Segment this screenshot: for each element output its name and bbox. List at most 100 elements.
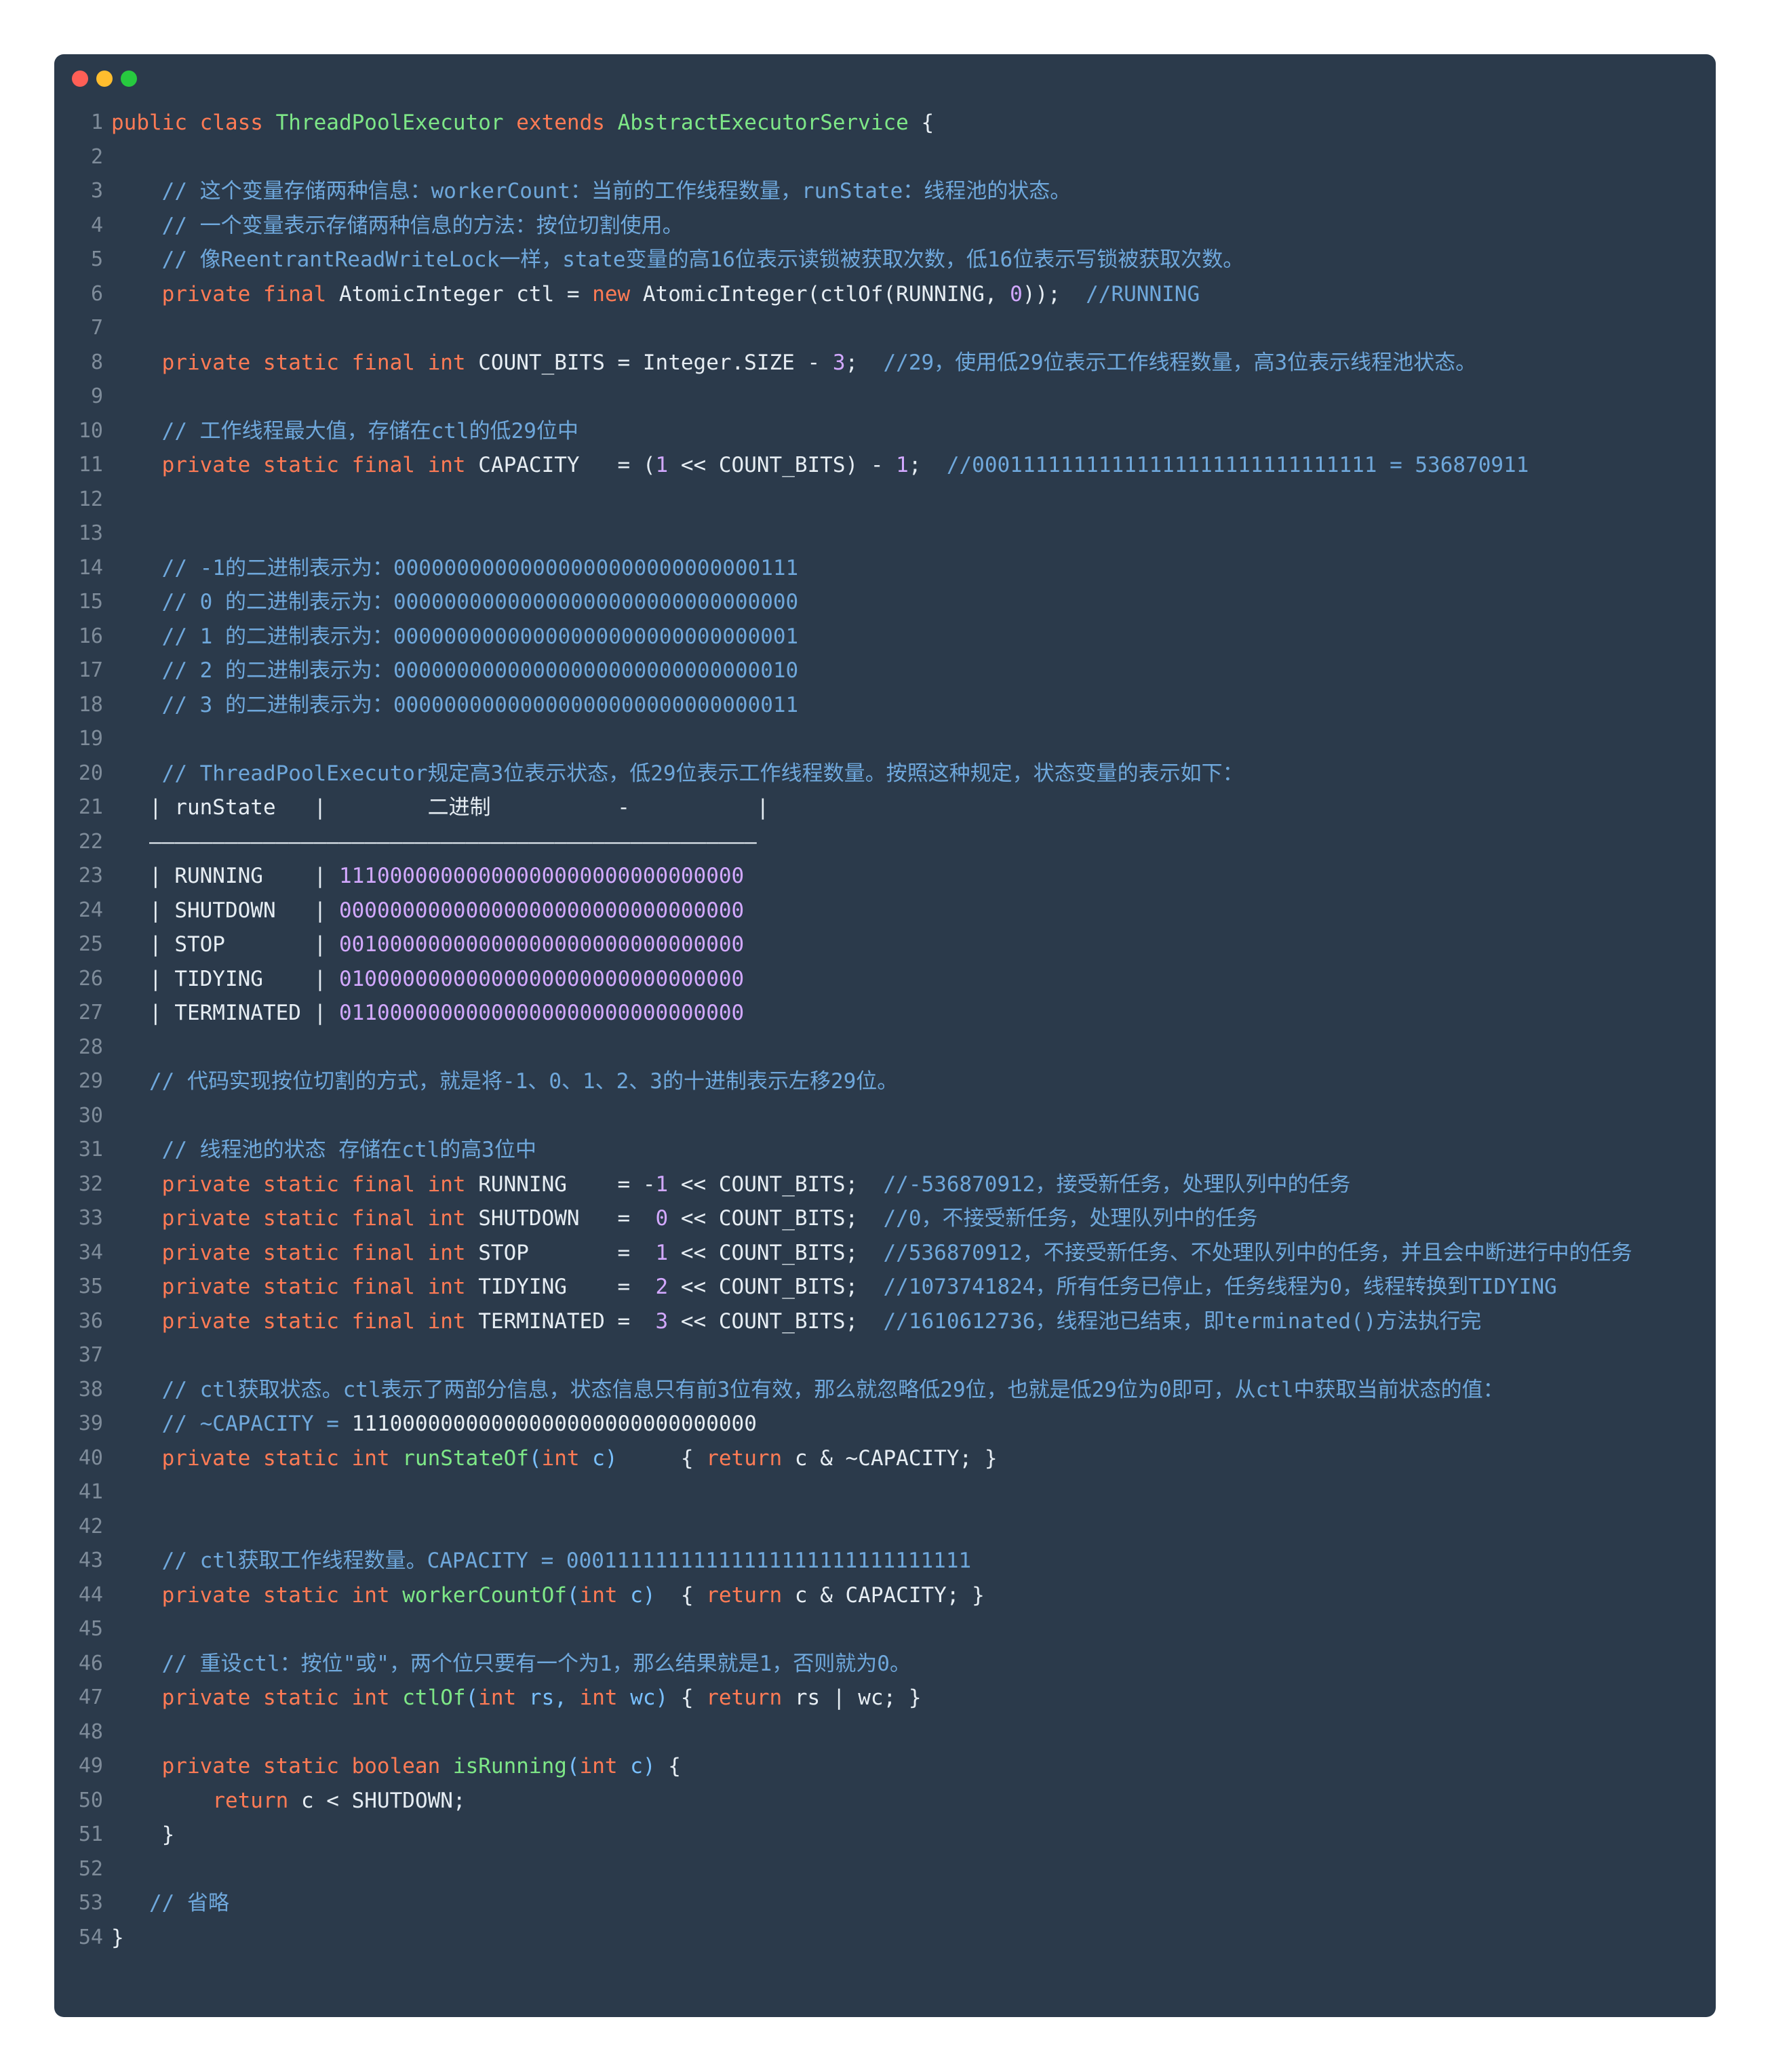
code-token: private static final int [161,1172,479,1197]
code-token: ( [528,1446,542,1471]
line-text: // -1的二进制表示为：000000000000000000000000000… [111,551,1716,586]
line-number: 38 [78,1377,103,1401]
line-text: private static final int RUNNING = -1 <<… [111,1168,1716,1202]
line-number: 4 [90,213,103,237]
line-text: } [111,1818,1716,1852]
line-number: 23 [78,864,103,888]
line-number: 13 [78,521,103,545]
line-number: 53 [78,1891,103,1915]
minimize-dot-icon[interactable] [96,71,113,87]
line-text: private static int workerCountOf(int c) … [111,1578,1716,1613]
code-line: 3 // 这个变量存储两种信息：workerCount：当前的工作线程数量，ru… [54,174,1716,209]
line-text: private static final int TERMINATED = 3 … [111,1304,1716,1339]
code-token: // 一个变量表示存储两种信息的方法：按位切割使用。 [161,213,684,238]
code-token: return [212,1788,301,1813]
line-text: | SHUTDOWN | 000000000000000000000000000… [111,894,1716,928]
code-token: 11100000000000000000000000000000 [338,864,745,888]
line-text: // ctl获取状态。ctl表示了两部分信息，状态信息只有前3位有效，那么就忽略… [111,1373,1716,1408]
code-line: 2 [54,140,1716,175]
window-controls [72,71,137,87]
line-number: 14 [78,555,103,580]
code-token: )); [1022,281,1086,306]
code-token: << COUNT_BITS; [668,1206,884,1231]
code-line: 20 // ThreadPoolExecutor规定高3位表示状态，低29位表示… [54,757,1716,791]
code-token: private static final int [161,1309,479,1334]
code-token: << COUNT_BITS; [668,1240,884,1265]
line-number: 45 [78,1617,103,1641]
line-text [111,1031,1716,1065]
line-text: private static final int COUNT_BITS = In… [111,346,1716,380]
maximize-dot-icon[interactable] [121,71,137,87]
code-token: 1 [655,453,669,477]
code-line: 34 private static final int STOP = 1 << … [54,1236,1716,1271]
code-token: } [111,1925,124,1950]
code-token: private static boolean [161,1754,453,1778]
code-line: 53 // 省略 [54,1886,1716,1921]
code-line: 9 [54,380,1716,414]
code-line: 35 private static final int TIDYING = 2 … [54,1270,1716,1304]
code-token: CAPACITY = ( [478,453,656,477]
code-token: private static int [161,1686,403,1710]
line-number: 46 [78,1651,103,1675]
code-line: 45 [54,1612,1716,1647]
line-text: private static int ctlOf(int rs, int wc)… [111,1681,1716,1715]
code-token: ; [845,350,884,375]
line-text: private static final int SHUTDOWN = 0 <<… [111,1201,1716,1236]
code-token: // 2 的二进制表示为：000000000000000000000000000… [161,658,799,683]
line-number: 39 [78,1412,103,1435]
code-line: 30 [54,1099,1716,1134]
code-token: // 省略 [149,1891,229,1915]
code-token: private static int [161,1582,403,1608]
code-token: 0 [1010,281,1023,306]
code-token: wc) [630,1686,669,1710]
line-text: private static final int CAPACITY = (1 <… [111,448,1716,483]
line-number: 7 [90,316,103,340]
line-text: private static final int TIDYING = 2 << … [111,1270,1716,1304]
close-dot-icon[interactable] [72,71,88,87]
code-line: 31 // 线程池的状态 存储在ctl的高3位中 [54,1133,1716,1168]
code-token: private final [161,281,339,306]
code-line: 41 [54,1475,1716,1510]
code-token: | SHUTDOWN | [111,898,339,923]
code-token: AbstractExecutorService [617,111,909,135]
line-text: | STOP | 0010000000000000000000000000000… [111,928,1716,962]
line-text: // 线程池的状态 存储在ctl的高3位中 [111,1133,1716,1168]
code-token: AtomicInteger ctl = [338,281,593,306]
line-number: 49 [78,1754,103,1778]
code-line: 10 // 工作线程最大值，存储在ctl的低29位中 [54,414,1716,449]
code-token: // 线程池的状态 存储在ctl的高3位中 [161,1138,536,1162]
code-line: 25 | STOP | 0010000000000000000000000000… [54,928,1716,962]
code-line: 23 | RUNNING | 1110000000000000000000000… [54,859,1716,894]
line-text: // ~CAPACITY = 1110000000000000000000000… [111,1407,1716,1441]
code-line: 13 [54,517,1716,551]
line-number: 24 [78,898,103,922]
code-token: // 1 的二进制表示为：000000000000000000000000000… [161,624,799,649]
line-number: 5 [90,247,103,271]
line-number: 48 [78,1719,103,1744]
code-token: { [617,1446,707,1471]
code-token: c & CAPACITY; } [794,1582,985,1608]
line-number: 41 [78,1480,103,1504]
code-token: return [706,1582,795,1608]
code-token: | STOP | [111,932,339,957]
line-number: 9 [90,384,103,408]
line-text [111,1338,1716,1373]
line-text [111,1852,1716,1887]
code-token: 01000000000000000000000000000000 [338,966,745,991]
code-token: rs, [528,1686,580,1710]
line-number: 30 [78,1103,103,1128]
code-token: 3 [655,1309,669,1334]
code-token: //1073741824，所有任务已停止，任务线程为0，线程转换到TIDYING [883,1275,1557,1299]
code-line: 54} [54,1921,1716,1955]
code-token: workerCountOf [402,1582,567,1608]
line-text [111,1510,1716,1545]
code-token: | RUNNING | [111,864,339,888]
line-number: 33 [78,1206,103,1230]
code-token: << COUNT_BITS; [668,1275,884,1299]
code-token: c < SHUTDOWN; [300,1788,466,1813]
code-token: STOP = [478,1240,656,1265]
code-line: 15 // 0 的二进制表示为：000000000000000000000000… [54,585,1716,620]
